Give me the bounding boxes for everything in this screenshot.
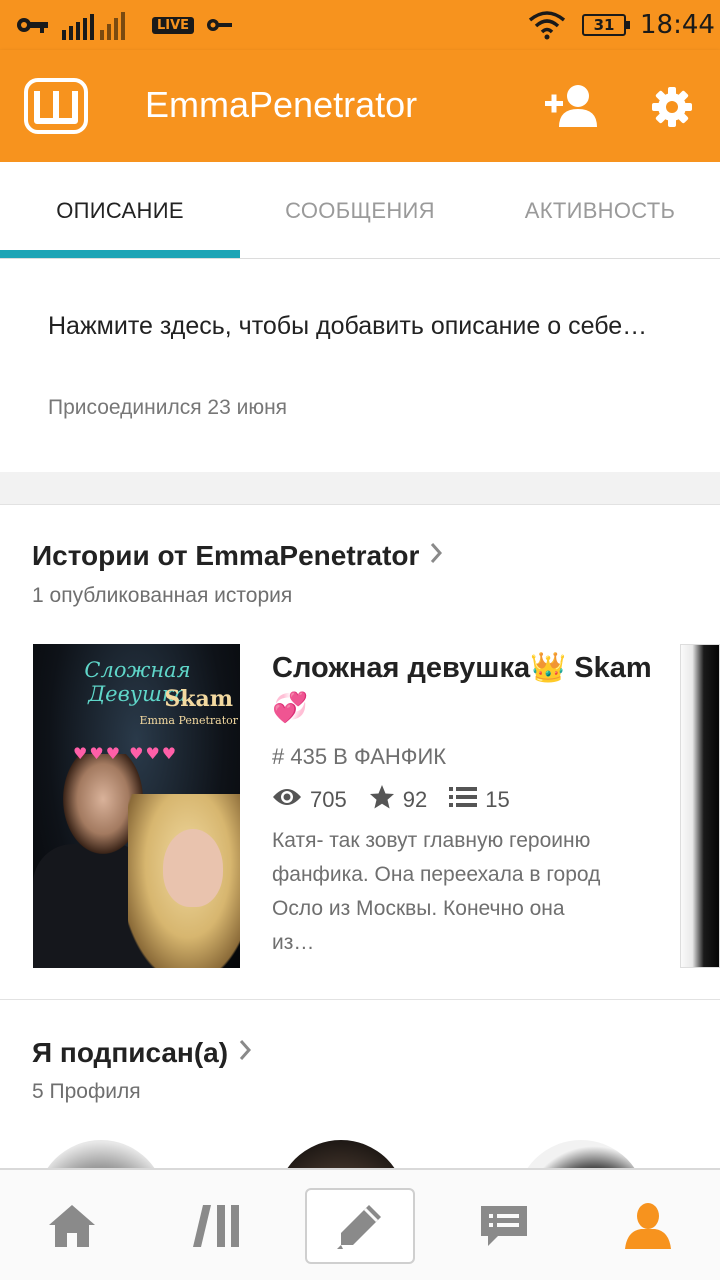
stories-section-title: Истории от EmmaPenetrator	[32, 540, 420, 571]
live-badge: LIVE	[152, 0, 195, 50]
clock: 18:44	[640, 0, 715, 50]
parts-stat: 15	[449, 786, 510, 814]
wifi-icon	[528, 0, 566, 50]
next-story-cover-peek[interactable]	[680, 644, 720, 968]
story-rank: # 435 В ФАНФИК	[272, 744, 447, 769]
profile-tabs: ОПИСАНИЕ СООБЩЕНИЯ АКТИВНОСТЬ	[0, 162, 720, 259]
cover-author-text: Emma Penetrator	[139, 714, 239, 727]
hearts-decoration-icon: ♥♥♥ ♥♥♥	[73, 744, 179, 763]
star-icon	[369, 784, 403, 816]
battery-icon: 31	[582, 0, 630, 50]
reads-count: 705	[310, 787, 347, 812]
app-screen: LIVE 31 18:44 EmmaPenetrator ОПИСАНИЕ СО…	[0, 0, 720, 1280]
add-user-icon[interactable]	[540, 80, 604, 132]
settings-gear-icon[interactable]	[646, 82, 698, 132]
stories-section-header[interactable]: Истории от EmmaPenetrator	[32, 540, 443, 572]
write-icon[interactable]	[305, 1188, 415, 1264]
library-icon[interactable]	[144, 1170, 288, 1280]
parts-count: 15	[485, 787, 510, 812]
vpn-key-icon	[16, 0, 48, 50]
reads-stat: 705	[272, 787, 347, 813]
battery-level: 31	[582, 14, 630, 36]
story-title[interactable]: Сложная девушка👑 Skam💞	[272, 648, 652, 728]
signal-strength-icon	[62, 0, 132, 50]
votes-count: 92	[402, 787, 428, 812]
live-badge-text: LIVE	[152, 16, 195, 34]
clock-time: 18:44	[640, 10, 715, 40]
home-icon[interactable]	[0, 1170, 144, 1280]
following-section-title: Я подписан(а)	[32, 1037, 229, 1068]
following-count: 5 Профиля	[32, 1080, 141, 1103]
chevron-right-icon	[429, 540, 443, 572]
profile-username-title: EmmaPenetrator	[145, 84, 418, 125]
following-section-header[interactable]: Я подписан(а)	[32, 1037, 252, 1069]
section-divider	[0, 472, 720, 505]
messages-icon[interactable]	[432, 1170, 576, 1280]
status-bar: LIVE 31 18:44	[0, 0, 720, 50]
story-cover-image[interactable]: Сложная Девушка Skam Emma Penetrator ♥♥♥…	[33, 644, 240, 968]
add-description-prompt[interactable]: Нажмите здесь, чтобы добавить описание о…	[48, 306, 668, 346]
joined-date: Присоединился 23 июня	[48, 396, 288, 419]
wattpad-logo-icon[interactable]	[24, 78, 88, 134]
story-stats: 705 92 15	[272, 784, 532, 816]
votes-stat: 92	[369, 784, 427, 816]
app-bar: EmmaPenetrator	[0, 50, 720, 162]
stories-count: 1 опубликованная история	[32, 584, 293, 607]
tab-active-indicator	[0, 250, 240, 258]
tab-activity[interactable]: АКТИВНОСТЬ	[480, 162, 720, 259]
list-icon	[449, 786, 485, 814]
chevron-right-icon	[238, 1037, 252, 1069]
cover-subtitle-text: Skam	[164, 686, 233, 712]
story-description: Катя- так зовут главную героиню фанфика.…	[272, 829, 601, 954]
section-divider-line	[0, 999, 720, 1000]
tab-messages[interactable]: СООБЩЕНИЯ	[240, 162, 480, 259]
bottom-navigation	[0, 1168, 720, 1280]
tab-description[interactable]: ОПИСАНИЕ	[0, 162, 240, 259]
profile-icon[interactable]	[576, 1170, 720, 1280]
key-icon	[206, 0, 232, 50]
cover-figure-woman-face	[163, 829, 223, 907]
eye-icon	[272, 787, 310, 813]
